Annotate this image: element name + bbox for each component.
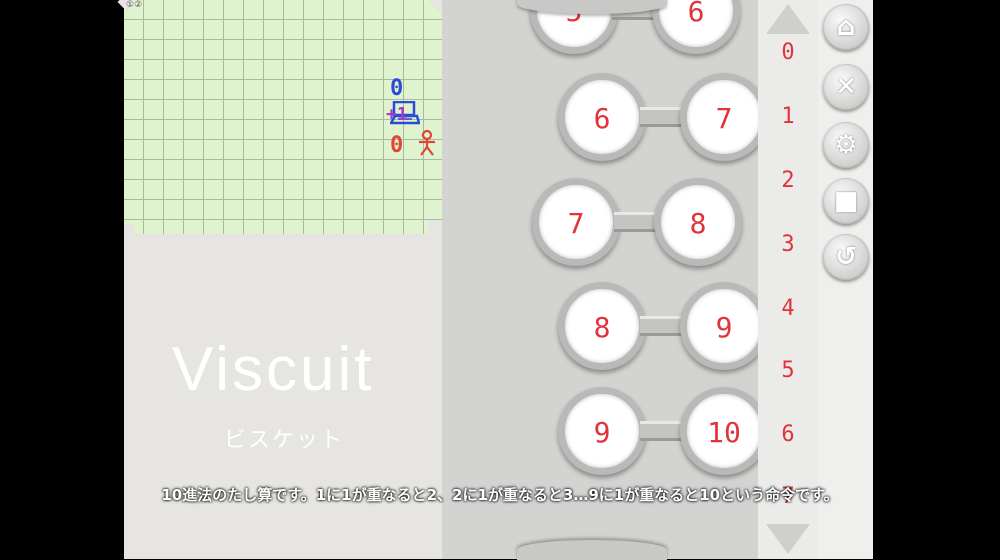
rule-before-value: 9 (593, 416, 611, 449)
rule-after-value: 10 (707, 416, 741, 449)
home-button[interactable]: ⌂ (823, 4, 869, 50)
gear-icon: ⚙ (834, 130, 858, 160)
rule-before-value: 7 (567, 207, 585, 240)
rule-after-lens[interactable]: 8 (654, 178, 742, 266)
rule-glasses[interactable]: 9 10 (558, 387, 768, 475)
rule-before-value: 6 (593, 102, 611, 135)
stage-grid[interactable]: ①② 0 +1 0 (117, 0, 452, 234)
stage-area: ①② 0 +1 0 Viscuit ビスケット (117, 0, 452, 559)
palette-number[interactable]: 6 (758, 422, 818, 447)
stop-button[interactable]: ■ (823, 178, 869, 224)
palette-scroll-up-icon[interactable] (766, 4, 810, 34)
close-button[interactable]: ✕ (823, 64, 869, 110)
palette-number[interactable]: 0 (758, 40, 818, 65)
palette-number[interactable]: 2 (758, 168, 818, 193)
counter-laptop-value: 0 (390, 76, 404, 101)
settings-button[interactable]: ⚙ (823, 122, 869, 168)
rule-after-lens[interactable]: 10 (680, 387, 768, 475)
palette-number[interactable]: 5 (758, 358, 818, 383)
viscuit-logo-sub: ビスケット (224, 428, 345, 453)
close-icon: ✕ (835, 72, 857, 102)
rule-after-lens[interactable]: 6 (652, 0, 740, 54)
person-icon (418, 129, 435, 156)
program-area[interactable]: 5 6 6 7 7 8 8 9 9 10 (442, 0, 768, 560)
rule-after-lens[interactable]: 7 (680, 73, 768, 161)
page-indicator[interactable]: ①② (126, 0, 142, 10)
palette-number[interactable]: 3 (758, 232, 818, 257)
tool-column: ⌂ ✕ ⚙ ■ ↺ (818, 0, 873, 559)
rule-after-value: 8 (689, 207, 707, 240)
palette-number[interactable]: 4 (758, 296, 818, 321)
rule-glasses[interactable]: 8 9 (558, 282, 768, 370)
palette-number[interactable]: 1 (758, 104, 818, 129)
rule-after-value: 6 (687, 0, 705, 28)
rule-glasses[interactable]: 6 7 (558, 73, 768, 161)
undo-button[interactable]: ↺ (823, 234, 869, 280)
home-icon: ⌂ (836, 12, 856, 42)
program-scroll-down-handle[interactable] (517, 540, 667, 560)
rule-before-lens[interactable]: 9 (558, 387, 646, 475)
rule-before-value: 8 (593, 311, 611, 344)
rule-after-value: 7 (715, 102, 733, 135)
stop-icon: ■ (833, 186, 859, 216)
rule-after-lens[interactable]: 9 (680, 282, 768, 370)
counter-person-value: 0 (390, 133, 404, 158)
viscuit-logo: Viscuit (172, 335, 375, 404)
rule-glasses[interactable]: 7 8 (532, 178, 742, 266)
rule-before-lens[interactable]: 8 (558, 282, 646, 370)
palette-scroll-down-icon[interactable] (766, 524, 810, 554)
rule-before-lens[interactable]: 6 (558, 73, 646, 161)
undo-icon: ↺ (835, 242, 857, 272)
rule-before-lens[interactable]: 7 (532, 178, 620, 266)
parts-palette: 0 1 2 3 4 5 6 7 (758, 0, 818, 559)
counter-person[interactable]: 0 (390, 129, 437, 158)
counter-plus[interactable]: +1 (386, 104, 408, 125)
rule-after-value: 9 (715, 311, 733, 344)
video-subtitle: 10進法のたし算です。1に1が重なると2、2に1が重なると3…9に1が重なると1… (161, 486, 839, 504)
